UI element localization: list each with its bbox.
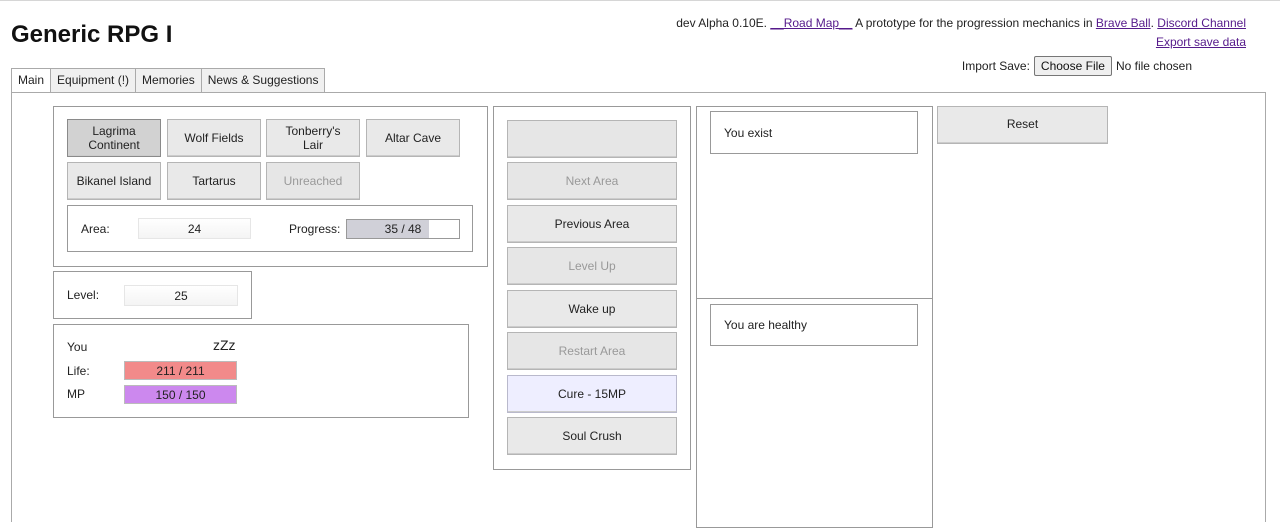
next-area-button[interactable]: Next Area (507, 162, 677, 200)
mp-bar: 150 / 150 (124, 385, 237, 404)
export-save-link[interactable]: Export save data (1156, 35, 1246, 49)
reset-button[interactable]: Reset (937, 106, 1108, 144)
area-button-bikanel-island[interactable]: Bikanel Island (67, 162, 161, 200)
tab-equipment[interactable]: Equipment (!) (51, 68, 137, 93)
area-button-lagrima-continent[interactable]: Lagrima Continent (67, 119, 161, 157)
file-status-text: No file chosen (1115, 59, 1192, 73)
life-bar: 211 / 211 (124, 361, 237, 380)
life-label: Life: (67, 364, 90, 378)
choose-file-button[interactable]: Choose File (1033, 56, 1112, 76)
soul-crush-button[interactable]: Soul Crush (507, 417, 677, 455)
roadmap-link[interactable]: __Road Map__ (770, 16, 852, 30)
blank-action-button[interactable] (507, 120, 677, 158)
area-button-altar-cave[interactable]: Altar Cave (366, 119, 460, 157)
mp-label: MP (67, 387, 85, 401)
tab-bar: Main Equipment (!) Memories News & Sugge… (11, 68, 326, 93)
description-text: A prototype for the progression mechanic… (855, 16, 1093, 30)
player-name: You (67, 340, 88, 354)
level-label: Level: (67, 288, 100, 302)
restart-area-button[interactable]: Restart Area (507, 332, 677, 370)
area-button-unreached[interactable]: Unreached (266, 162, 360, 200)
player-status-box (53, 324, 469, 418)
discord-link[interactable]: Discord Channel (1157, 16, 1246, 30)
wake-up-button[interactable]: Wake up (507, 290, 677, 328)
actions-panel (493, 106, 691, 470)
player-sleep-status: zZz (213, 337, 236, 353)
version-text: dev Alpha 0.10E. (676, 16, 767, 30)
progress-label: Progress: (289, 222, 341, 236)
previous-area-button[interactable]: Previous Area (507, 205, 677, 243)
area-button-wolf-fields[interactable]: Wolf Fields (167, 119, 261, 157)
level-up-button[interactable]: Level Up (507, 247, 677, 285)
message-you-exist: You exist (724, 126, 773, 140)
area-button-tartarus[interactable]: Tartarus (167, 162, 261, 200)
cure-button[interactable]: Cure - 15MP (507, 375, 677, 413)
tab-main[interactable]: Main (11, 68, 52, 93)
app-title: Generic RPG I (11, 21, 173, 48)
area-progress-text: 35 / 48 (384, 222, 422, 236)
area-button-tonberrys-lair[interactable]: Tonberry's Lair (266, 119, 360, 157)
tab-memories[interactable]: Memories (136, 68, 202, 93)
area-progress-bar: 35 / 48 (346, 219, 460, 239)
import-save-row: Import Save: Choose File No file chosen (962, 56, 1192, 76)
area-value: 24 (138, 218, 251, 239)
version-line: dev Alpha 0.10E. __Road Map__ A prototyp… (676, 16, 1246, 30)
import-save-label: Import Save: (961, 59, 1030, 73)
level-value: 25 (124, 285, 238, 306)
area-label: Area: (81, 222, 110, 236)
tab-news-suggestions[interactable]: News & Suggestions (201, 68, 326, 93)
message-you-are-healthy: You are healthy (724, 318, 807, 332)
brave-ball-link[interactable]: Brave Ball (1096, 16, 1151, 30)
